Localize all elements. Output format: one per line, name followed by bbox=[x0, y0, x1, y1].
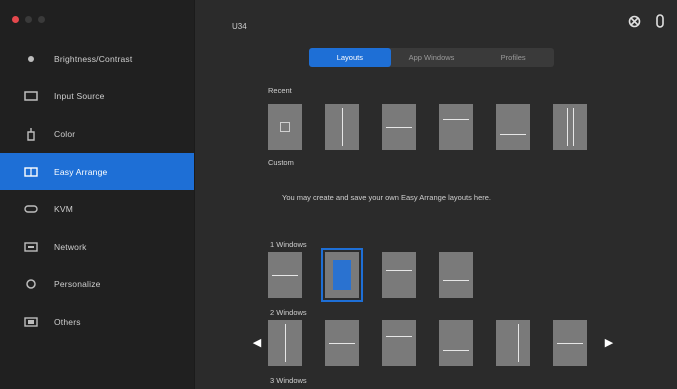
top-icons bbox=[627, 14, 667, 28]
layout-tile-recent-6[interactable] bbox=[553, 104, 587, 150]
settings-icon[interactable] bbox=[627, 14, 641, 28]
layout-tile-2win-2[interactable] bbox=[325, 320, 359, 366]
split-line bbox=[557, 343, 583, 344]
layout-tile-recent-1[interactable] bbox=[268, 104, 302, 150]
maximize-button[interactable] bbox=[38, 16, 45, 23]
sidebar-item-label: Color bbox=[54, 128, 76, 139]
layout-tile-1win-4[interactable] bbox=[439, 252, 473, 298]
sidebar-item-others[interactable]: Others bbox=[0, 303, 194, 341]
split-line bbox=[443, 119, 469, 121]
scroll-right-arrow-icon[interactable]: ▶ bbox=[604, 334, 614, 350]
close-button[interactable] bbox=[12, 16, 19, 23]
split-line bbox=[443, 279, 469, 281]
split-line bbox=[285, 324, 286, 362]
easy-arrange-icon bbox=[24, 165, 38, 179]
tab-bar: Layouts App Windows Profiles bbox=[309, 48, 554, 67]
section-custom-label: Custom bbox=[268, 158, 294, 167]
sidebar-item-label: Others bbox=[54, 316, 81, 327]
split-line bbox=[386, 336, 412, 338]
layout-tile-recent-2[interactable] bbox=[325, 104, 359, 150]
layout-tile-2win-5[interactable] bbox=[496, 320, 530, 366]
split-line bbox=[342, 108, 343, 146]
tab-profiles[interactable]: Profiles bbox=[472, 48, 554, 67]
scroll-left-arrow-icon[interactable]: ◀ bbox=[252, 334, 262, 350]
sidebar-item-label: Easy Arrange bbox=[54, 166, 108, 177]
section-one-window-label: 1 Windows bbox=[270, 240, 307, 249]
layout-tile-recent-3[interactable] bbox=[382, 104, 416, 150]
app-window: Brightness/Contrast Input Source Color E… bbox=[0, 0, 677, 389]
layout-tile-1win-2-selected[interactable] bbox=[321, 248, 363, 302]
layout-tile-1win-1[interactable] bbox=[268, 252, 302, 298]
kvm-icon bbox=[24, 202, 38, 216]
split-line bbox=[386, 270, 412, 272]
sidebar-item-label: Input Source bbox=[54, 91, 105, 102]
monitor-title: U34 bbox=[232, 22, 247, 31]
window-controls bbox=[12, 16, 45, 23]
split-line bbox=[386, 127, 412, 128]
split-line bbox=[566, 108, 568, 146]
sidebar-item-network[interactable]: Network bbox=[0, 228, 194, 266]
split-line bbox=[500, 134, 526, 136]
layout-tile-1win-3[interactable] bbox=[382, 252, 416, 298]
minimize-button[interactable] bbox=[25, 16, 32, 23]
split-line bbox=[272, 275, 298, 276]
layout-tile-recent-4[interactable] bbox=[439, 104, 473, 150]
split-line bbox=[573, 108, 575, 146]
custom-empty-message: You may create and save your own Easy Ar… bbox=[282, 193, 492, 202]
personalize-icon bbox=[24, 277, 38, 291]
sidebar-item-color[interactable]: Color bbox=[0, 115, 194, 153]
sidebar-nav: Brightness/Contrast Input Source Color E… bbox=[0, 40, 194, 341]
section-two-window-label: 2 Windows bbox=[270, 308, 307, 317]
sidebar-item-label: KVM bbox=[54, 204, 74, 215]
sidebar-item-label: Network bbox=[54, 241, 87, 252]
input-source-icon bbox=[24, 89, 38, 103]
tab-app-windows[interactable]: App Windows bbox=[391, 48, 473, 67]
layout-tile-2win-1[interactable] bbox=[268, 320, 302, 366]
sidebar-item-brightness-contrast[interactable]: Brightness/Contrast bbox=[0, 40, 194, 78]
info-icon[interactable] bbox=[653, 14, 667, 28]
sidebar-divider bbox=[194, 0, 195, 389]
section-three-window-label: 3 Windows bbox=[270, 376, 307, 385]
split-line bbox=[443, 349, 469, 351]
sidebar-item-easy-arrange[interactable]: Easy Arrange bbox=[0, 152, 194, 191]
sidebar-item-kvm[interactable]: KVM bbox=[0, 190, 194, 228]
layout-tile-2win-3[interactable] bbox=[382, 320, 416, 366]
brightness-icon bbox=[24, 52, 38, 66]
sidebar-item-personalize[interactable]: Personalize bbox=[0, 266, 194, 304]
layout-tile-2win-4[interactable] bbox=[439, 320, 473, 366]
section-recent-label: Recent bbox=[268, 86, 292, 95]
sidebar-item-label: Personalize bbox=[54, 279, 101, 290]
tab-layouts[interactable]: Layouts bbox=[309, 48, 391, 67]
split-line bbox=[518, 324, 520, 362]
sidebar-item-input-source[interactable]: Input Source bbox=[0, 78, 194, 116]
others-icon bbox=[24, 315, 38, 329]
layout-tile-recent-5[interactable] bbox=[496, 104, 530, 150]
network-icon bbox=[24, 240, 38, 254]
layout-tile-2win-6[interactable] bbox=[553, 320, 587, 366]
sidebar: Brightness/Contrast Input Source Color E… bbox=[0, 0, 194, 389]
split-line bbox=[329, 343, 355, 344]
color-icon bbox=[24, 127, 38, 141]
selected-zone bbox=[333, 260, 351, 290]
sidebar-item-label: Brightness/Contrast bbox=[54, 53, 133, 64]
fullscreen-icon bbox=[280, 122, 290, 132]
